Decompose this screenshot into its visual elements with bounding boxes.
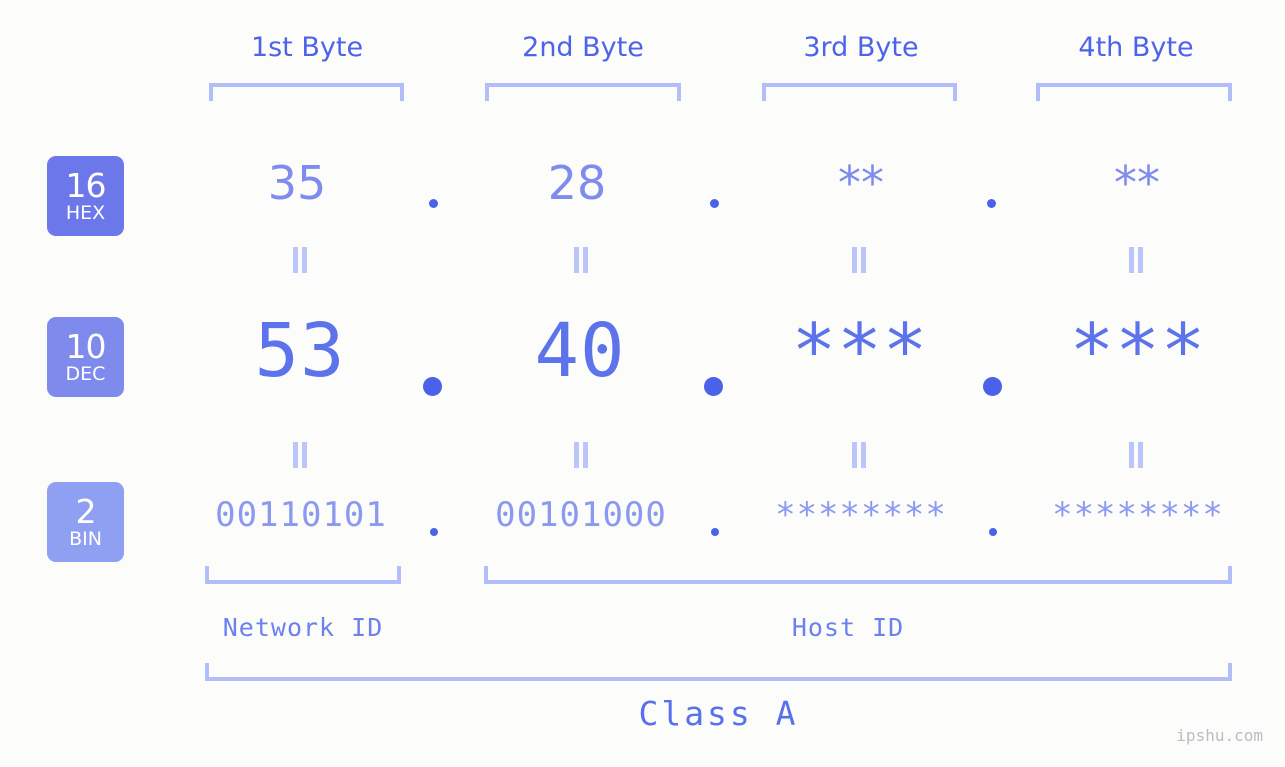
network-id-label: Network ID — [222, 613, 384, 642]
dec-byte-1-value: 53 — [254, 308, 346, 394]
radix-badge-dec-number: 10 — [65, 327, 107, 366]
bin-separator-dot-3 — [989, 528, 997, 536]
equals-marker-dec-bin-1 — [291, 442, 309, 468]
byte-bracket-2 — [485, 83, 681, 101]
dec-separator-dot-1 — [423, 377, 442, 396]
bin-byte-4-value: ******** — [1052, 495, 1224, 535]
dec-byte-4-value: *** — [1069, 308, 1207, 394]
watermark: ipshu.com — [1176, 726, 1263, 745]
equals-marker-hex-dec-2 — [572, 247, 590, 273]
radix-badge-bin: 2 BIN — [47, 482, 124, 562]
byte-header-2: 2nd Byte — [522, 32, 644, 63]
bin-byte-2-value: 00101000 — [495, 495, 667, 535]
class-label: Class A — [638, 694, 799, 733]
radix-badge-hex: 16 HEX — [47, 156, 124, 236]
equals-marker-dec-bin-4 — [1127, 442, 1145, 468]
byte-bracket-1 — [209, 83, 404, 101]
bin-separator-dot-2 — [711, 528, 719, 536]
byte-header-4: 4th Byte — [1078, 32, 1194, 63]
host-id-label: Host ID — [791, 613, 905, 642]
hex-separator-dot-2 — [710, 199, 719, 208]
byte-header-3: 3rd Byte — [803, 32, 919, 63]
hex-separator-dot-1 — [429, 199, 438, 208]
radix-badge-bin-number: 2 — [75, 492, 97, 531]
equals-marker-hex-dec-4 — [1127, 247, 1145, 273]
dec-byte-3-value: *** — [791, 308, 929, 394]
radix-badge-hex-name: HEX — [65, 202, 106, 224]
bin-separator-dot-1 — [430, 528, 438, 536]
equals-marker-dec-bin-2 — [572, 442, 590, 468]
hex-byte-1-value: 35 — [267, 156, 327, 210]
radix-badge-hex-number: 16 — [65, 166, 107, 205]
dec-separator-dot-3 — [983, 377, 1002, 396]
radix-badge-bin-name: BIN — [69, 528, 102, 550]
host-id-bracket — [484, 566, 1232, 584]
network-id-bracket — [205, 566, 401, 584]
hex-byte-2-value: 28 — [547, 156, 607, 210]
hex-byte-4-value: ** — [1114, 156, 1160, 210]
byte-header-1: 1st Byte — [250, 32, 364, 63]
equals-marker-dec-bin-3 — [850, 442, 868, 468]
ip-address-breakdown-diagram: 1st Byte 2nd Byte 3rd Byte 4th Byte 16 H… — [0, 0, 1285, 767]
hex-separator-dot-3 — [987, 199, 996, 208]
byte-bracket-4 — [1036, 83, 1232, 101]
byte-bracket-3 — [762, 83, 957, 101]
equals-marker-hex-dec-1 — [291, 247, 309, 273]
dec-byte-2-value: 40 — [534, 308, 626, 394]
radix-badge-dec: 10 DEC — [47, 317, 124, 397]
bin-byte-1-value: 00110101 — [215, 495, 387, 535]
radix-badge-dec-name: DEC — [65, 363, 106, 385]
dec-separator-dot-2 — [704, 377, 723, 396]
class-bracket — [205, 663, 1232, 681]
hex-byte-3-value: ** — [838, 156, 884, 210]
bin-byte-3-value: ******** — [775, 495, 947, 535]
equals-marker-hex-dec-3 — [850, 247, 868, 273]
